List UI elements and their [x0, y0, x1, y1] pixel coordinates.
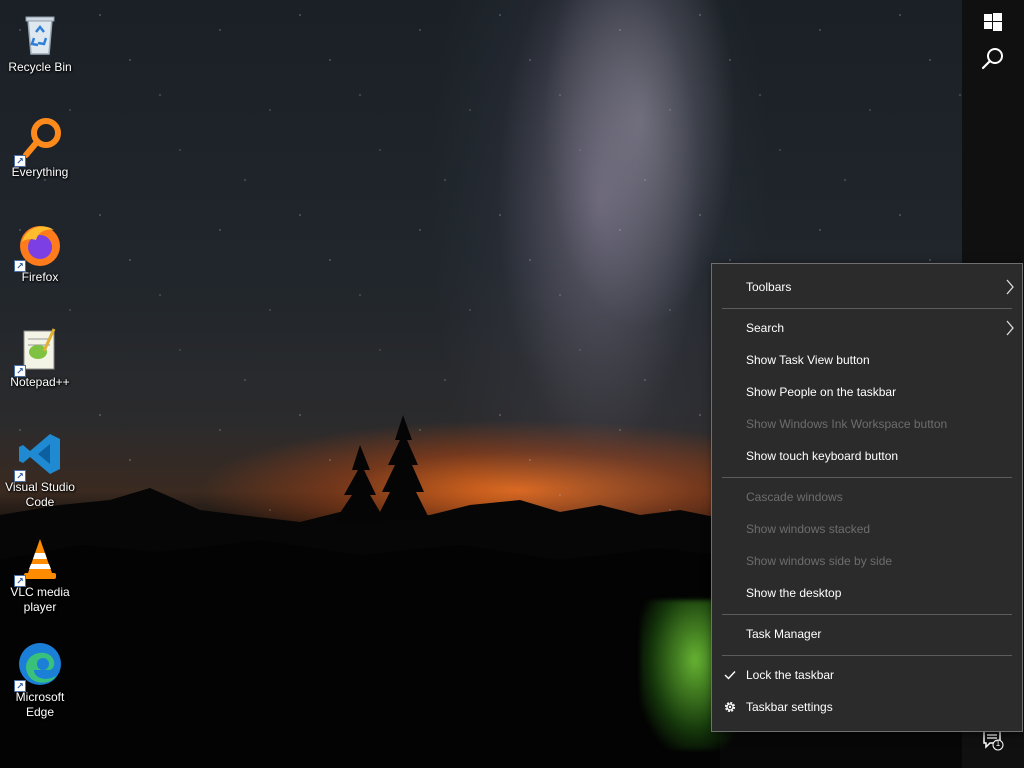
menu-separator — [722, 477, 1012, 478]
menu-item-search[interactable]: Search — [712, 312, 1022, 344]
menu-item-label: Show touch keyboard button — [746, 449, 899, 463]
taskbar-context-menu[interactable]: Toolbars Search Show Task View button Sh… — [711, 263, 1023, 732]
desktop-icon-label: Recycle Bin — [8, 60, 72, 74]
menu-item-task-manager[interactable]: Task Manager — [712, 618, 1022, 650]
desktop-icon-label: Visual Studio Code — [5, 480, 75, 509]
desktop-icon-vscode[interactable]: ↗ Visual Studio Code — [2, 424, 78, 510]
shortcut-arrow-icon: ↗ — [14, 470, 26, 482]
desktop-icon-everything[interactable]: ↗ Everything — [2, 109, 78, 180]
menu-item-show-people[interactable]: Show People on the taskbar — [712, 376, 1022, 408]
edge-icon: ↗ — [14, 640, 64, 692]
shortcut-arrow-icon: ↗ — [14, 365, 26, 377]
desktop-icon-label: VLC media player — [10, 585, 70, 614]
menu-item-label: Show windows stacked — [746, 522, 871, 536]
desktop-icon-edge[interactable]: ↗ Microsoft Edge — [2, 634, 78, 720]
menu-item-label: Lock the taskbar — [746, 668, 835, 682]
desktop-icon-vlc[interactable]: ↗ VLC media player — [2, 529, 78, 615]
menu-item-show-desktop[interactable]: Show the desktop — [712, 577, 1022, 609]
menu-item-show-task-view[interactable]: Show Task View button — [712, 344, 1022, 376]
menu-item-label: Show windows side by side — [746, 554, 893, 568]
menu-item-label: Toolbars — [746, 280, 792, 294]
firefox-icon: ↗ — [14, 220, 64, 272]
menu-item-taskbar-settings[interactable]: Taskbar settings — [712, 691, 1022, 723]
menu-item-lock-taskbar[interactable]: Lock the taskbar — [712, 659, 1022, 691]
windows-logo-icon — [984, 12, 1002, 36]
menu-separator — [722, 655, 1012, 656]
desktop-icon-label: Microsoft Edge — [15, 690, 65, 719]
shortcut-arrow-icon: ↗ — [14, 575, 26, 587]
vscode-icon: ↗ — [14, 430, 64, 482]
shortcut-arrow-icon: ↗ — [14, 155, 26, 167]
desktop-icon-label: Notepad++ — [10, 375, 70, 389]
everything-search-icon: ↗ — [14, 115, 64, 167]
gear-icon — [722, 691, 738, 723]
checkmark-icon — [722, 659, 738, 691]
notification-count: 1 — [995, 738, 1001, 748]
desktop-icon-label: Everything — [11, 165, 69, 179]
menu-item-label: Taskbar settings — [746, 700, 833, 714]
menu-item-cascade-windows: Cascade windows — [712, 481, 1022, 513]
notepad-plus-plus-icon: ↗ — [14, 325, 64, 377]
desktop-icon-firefox[interactable]: ↗ Firefox — [2, 214, 78, 285]
vlc-icon: ↗ — [14, 535, 64, 587]
menu-item-show-touch-keyboard[interactable]: Show touch keyboard button — [712, 440, 1022, 472]
desktop-icon-label: Firefox — [21, 270, 59, 284]
search-button[interactable] — [962, 36, 1024, 84]
menu-separator — [722, 614, 1012, 615]
desktop-icon-recycle-bin[interactable]: Recycle Bin — [2, 4, 78, 75]
action-center-icon: 1 — [982, 729, 1004, 756]
menu-item-label: Cascade windows — [746, 490, 843, 504]
menu-item-toolbars[interactable]: Toolbars — [712, 271, 1022, 303]
recycle-bin-icon — [16, 10, 64, 58]
menu-item-show-windows-side-by-side: Show windows side by side — [712, 545, 1022, 577]
menu-item-label: Show the desktop — [746, 586, 842, 600]
chevron-right-icon — [1002, 271, 1018, 303]
menu-item-show-ink-workspace: Show Windows Ink Workspace button — [712, 408, 1022, 440]
menu-item-label: Show Windows Ink Workspace button — [746, 417, 948, 431]
menu-separator — [722, 308, 1012, 309]
menu-item-label: Show Task View button — [746, 353, 870, 367]
desktop-icon-notepad-plus-plus[interactable]: ↗ Notepad++ — [2, 319, 78, 390]
search-icon — [981, 46, 1005, 75]
menu-item-label: Show People on the taskbar — [746, 385, 897, 399]
shortcut-arrow-icon: ↗ — [14, 680, 26, 692]
menu-item-label: Task Manager — [746, 627, 822, 641]
chevron-right-icon — [1002, 312, 1018, 344]
menu-item-show-windows-stacked: Show windows stacked — [712, 513, 1022, 545]
shortcut-arrow-icon: ↗ — [14, 260, 26, 272]
menu-item-label: Search — [746, 321, 785, 335]
